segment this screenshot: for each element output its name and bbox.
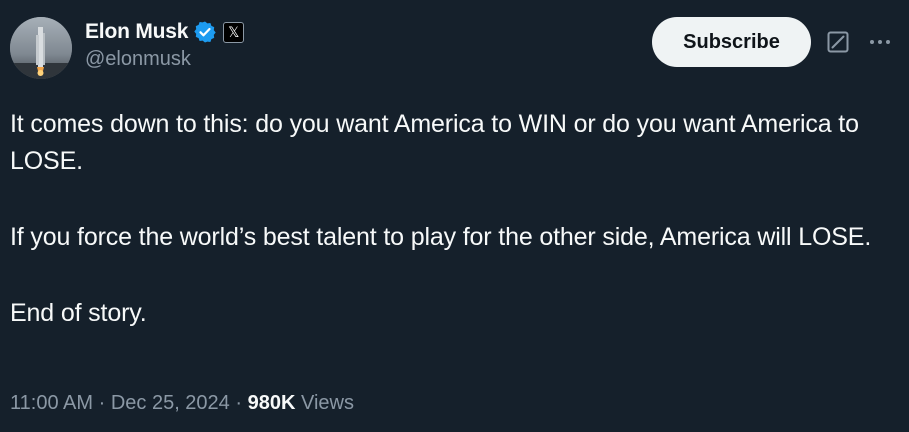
avatar-image bbox=[10, 17, 72, 79]
views-count[interactable]: 980K bbox=[248, 392, 296, 414]
x-logo-icon[interactable]: 𝕏 bbox=[223, 21, 245, 43]
name-row: Elon Musk 𝕏 bbox=[85, 18, 245, 46]
verified-badge-icon[interactable] bbox=[193, 20, 217, 44]
tweet-text: It comes down to this: do you want Ameri… bbox=[10, 106, 900, 332]
author-block: Elon Musk 𝕏 @elonmusk bbox=[85, 18, 245, 71]
meta-separator: · bbox=[98, 392, 106, 414]
grok-icon[interactable] bbox=[826, 30, 850, 54]
meta-separator: · bbox=[235, 392, 243, 414]
subscribe-button[interactable]: Subscribe bbox=[652, 17, 811, 67]
display-name[interactable]: Elon Musk bbox=[85, 20, 188, 44]
tweet-time[interactable]: 11:00 AM bbox=[10, 392, 93, 414]
handle[interactable]: @elonmusk bbox=[85, 48, 244, 71]
tweet-meta: 11:00 AM · Dec 25, 2024 · 980K Views bbox=[10, 392, 354, 415]
tweet-paragraph: End of story. bbox=[10, 299, 147, 327]
more-icon[interactable] bbox=[866, 30, 894, 54]
tweet-paragraph: It comes down to this: do you want Ameri… bbox=[10, 110, 859, 175]
tweet-paragraph: If you force the world’s best talent to … bbox=[10, 223, 872, 251]
views-label: Views bbox=[300, 392, 354, 414]
tweet-date[interactable]: Dec 25, 2024 bbox=[111, 392, 230, 414]
tweet-card: Elon Musk 𝕏 @elonmusk Subscribe It comes… bbox=[0, 0, 909, 432]
avatar[interactable] bbox=[10, 17, 72, 79]
